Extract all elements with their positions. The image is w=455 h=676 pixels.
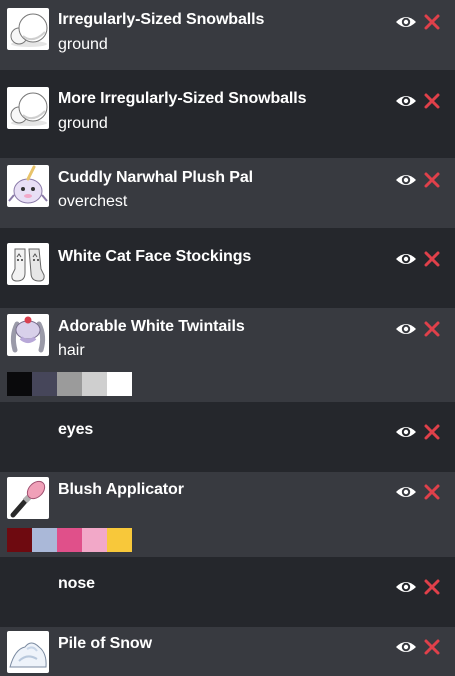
color-swatch[interactable] bbox=[107, 372, 132, 396]
color-swatch[interactable] bbox=[32, 528, 57, 552]
item-title: Pile of Snow bbox=[58, 635, 152, 652]
color-swatch[interactable] bbox=[82, 372, 107, 396]
eye-icon[interactable] bbox=[395, 12, 417, 32]
cat-stockings-icon bbox=[7, 243, 49, 285]
color-swatch[interactable] bbox=[57, 528, 82, 552]
color-swatch[interactable] bbox=[7, 372, 32, 396]
close-icon[interactable] bbox=[423, 250, 441, 268]
color-swatch[interactable] bbox=[32, 372, 57, 396]
close-icon[interactable] bbox=[423, 638, 441, 656]
item-actions bbox=[395, 170, 443, 190]
list-item: More Irregularly-Sized Snowballs ground bbox=[0, 79, 455, 149]
color-swatch[interactable] bbox=[82, 528, 107, 552]
item-title: White Cat Face Stockings bbox=[58, 248, 252, 265]
eye-icon[interactable] bbox=[395, 91, 417, 111]
item-title: More Irregularly-Sized Snowballs bbox=[58, 90, 307, 107]
narwhal-plush-icon bbox=[7, 165, 49, 207]
eye-icon[interactable] bbox=[395, 422, 417, 442]
snowballs-icon bbox=[7, 87, 49, 129]
item-actions bbox=[395, 91, 443, 111]
item-slot: ground bbox=[58, 115, 108, 132]
close-icon[interactable] bbox=[423, 578, 441, 596]
list-item: White Cat Face Stockings bbox=[0, 237, 455, 301]
list-item: nose bbox=[0, 557, 455, 627]
close-icon[interactable] bbox=[423, 320, 441, 338]
snowballs-icon bbox=[7, 8, 49, 50]
eye-icon[interactable] bbox=[395, 577, 417, 597]
item-title: Adorable White Twintails bbox=[58, 318, 245, 335]
blush-brush-icon bbox=[7, 477, 49, 519]
color-swatch[interactable] bbox=[107, 528, 132, 552]
item-slot: ground bbox=[58, 36, 108, 53]
item-actions bbox=[395, 12, 443, 32]
close-icon[interactable] bbox=[423, 13, 441, 31]
item-title: Cuddly Narwhal Plush Pal bbox=[58, 169, 253, 186]
eye-icon[interactable] bbox=[395, 319, 417, 339]
item-title: nose bbox=[58, 575, 95, 592]
eye-icon[interactable] bbox=[395, 249, 417, 269]
eye-icon[interactable] bbox=[395, 170, 417, 190]
item-title: eyes bbox=[58, 421, 94, 438]
eye-icon[interactable] bbox=[395, 637, 417, 657]
twintails-icon bbox=[7, 314, 49, 356]
item-slot: overchest bbox=[58, 193, 128, 210]
close-icon[interactable] bbox=[423, 92, 441, 110]
list-item: Irregularly-Sized Snowballs ground bbox=[0, 0, 455, 70]
close-icon[interactable] bbox=[423, 423, 441, 441]
list-item: Adorable White Twintails hair bbox=[0, 308, 455, 402]
snow-pile-icon bbox=[7, 631, 49, 673]
wearables-list: Irregularly-Sized Snowballs ground More … bbox=[0, 0, 455, 676]
list-item: Blush Applicator bbox=[0, 472, 455, 557]
item-actions bbox=[395, 637, 443, 657]
list-item: Cuddly Narwhal Plush Pal overchest bbox=[0, 158, 455, 228]
item-actions bbox=[395, 319, 443, 339]
color-swatches bbox=[7, 372, 132, 396]
close-icon[interactable] bbox=[423, 483, 441, 501]
item-actions bbox=[395, 577, 443, 597]
eye-icon[interactable] bbox=[395, 482, 417, 502]
color-swatch[interactable] bbox=[7, 528, 32, 552]
list-item: Pile of Snow bbox=[0, 627, 455, 676]
item-actions bbox=[395, 482, 443, 502]
item-actions bbox=[395, 422, 443, 442]
item-slot: hair bbox=[58, 342, 85, 359]
color-swatches bbox=[7, 528, 132, 552]
close-icon[interactable] bbox=[423, 171, 441, 189]
item-actions bbox=[395, 249, 443, 269]
list-item: eyes bbox=[0, 402, 455, 472]
item-title: Blush Applicator bbox=[58, 481, 184, 498]
color-swatch[interactable] bbox=[57, 372, 82, 396]
item-title: Irregularly-Sized Snowballs bbox=[58, 11, 265, 28]
